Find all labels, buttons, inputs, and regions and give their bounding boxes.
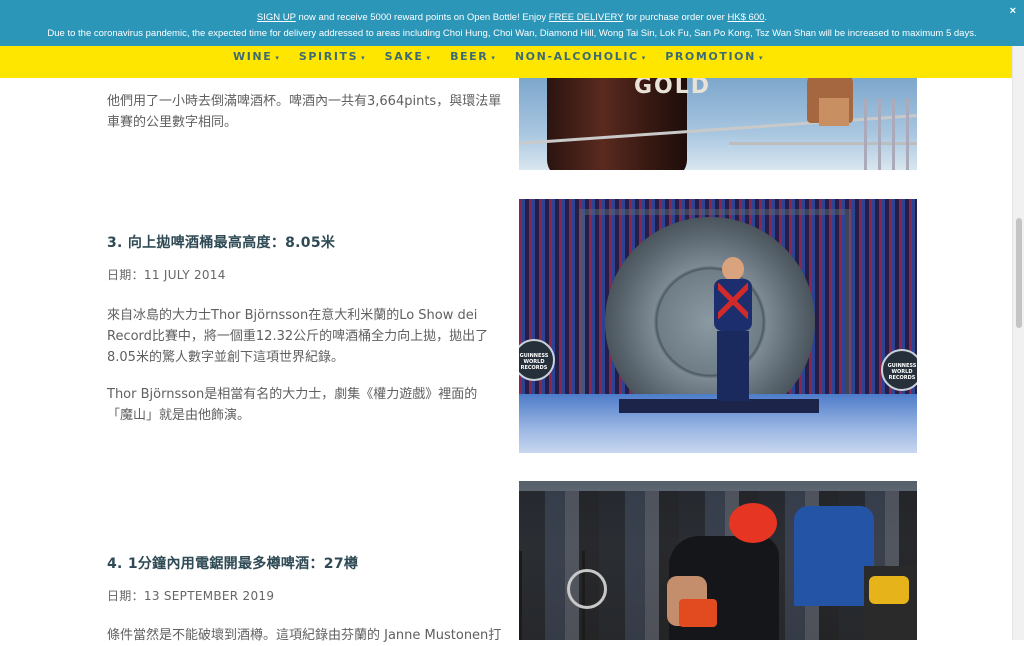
- chevron-down-icon: ▾: [758, 54, 763, 62]
- section-3-paragraph-1: 來自冰島的大力士Thor Björnsson在意大利米蘭的Lo Show dei…: [107, 308, 489, 365]
- nav-item-wine[interactable]: WINE ▾: [233, 50, 279, 63]
- chevron-down-icon: ▾: [361, 54, 365, 62]
- promo-text: for purchase order over: [623, 12, 728, 23]
- spectator-blue-jacket: [794, 506, 874, 606]
- main-nav: WINE ▾ SPIRITS ▾ SAKE ▾ BEER ▾ NON-ALCOHOLIC…: [0, 46, 1012, 78]
- chevron-down-icon: ▾: [641, 54, 646, 62]
- chevron-down-icon: ▾: [275, 54, 279, 62]
- promo-text: now and receive 5000 reward points on Op…: [295, 12, 549, 23]
- intro-paragraph: 他們用了一小時去倒滿啤酒杯。啤酒內一共有3,664pints，與環法單車賽的公里…: [107, 94, 502, 130]
- free-delivery-link[interactable]: FREE DELIVERY: [549, 12, 624, 23]
- nav-item-spirits[interactable]: SPIRITS ▾: [299, 50, 365, 63]
- nav-item-beer[interactable]: BEER ▾: [450, 50, 495, 63]
- section-4-heading: 4. 1分鐘內用電鋸開最多樽啤酒：27樽: [107, 556, 359, 572]
- nav-item-label: SAKE: [384, 50, 424, 63]
- promo-banner: SIGN UP now and receive 5000 reward poin…: [0, 0, 1024, 46]
- nav-item-label: NON-ALCOHOLIC: [514, 50, 639, 63]
- strongman-legs: [717, 331, 749, 401]
- stage-platform: [619, 399, 819, 413]
- signup-link[interactable]: SIGN UP: [257, 12, 296, 23]
- amount-link[interactable]: HK$ 600: [727, 12, 764, 23]
- nav-item-label: PROMOTION: [665, 50, 756, 63]
- page-scrollbar[interactable]: [1012, 46, 1024, 640]
- strongman-head: [722, 257, 744, 281]
- chainsaw: [679, 599, 717, 627]
- strongman-arena-image: GUINNESS WORLD RECORDS GUINNESS WORLD RE…: [519, 199, 917, 453]
- scrollbar-thumb[interactable]: [1016, 218, 1022, 328]
- bottle-label: GOLD: [634, 78, 712, 99]
- promo-line-1: SIGN UP now and receive 5000 reward poin…: [0, 12, 1024, 23]
- yellow-equipment: [869, 576, 909, 604]
- bicycle-wheel: [567, 569, 607, 609]
- nav-item-label: WINE: [233, 50, 273, 63]
- scaffold: [864, 98, 914, 170]
- chainsaw-bottles-image: [519, 481, 917, 640]
- red-helmet: [729, 503, 777, 543]
- nav-item-non-alcoholic[interactable]: NON-ALCOHOLIC ▾: [515, 50, 645, 63]
- section-3-paragraph-2: Thor Björnsson是相當有名的大力士，劇集《權力遊戲》裡面的「魔山」就…: [107, 387, 478, 423]
- section-4-paragraph-1: 條件當然是不能破壞到酒樽。這項紀錄由芬蘭的 Janne Mustonen打: [107, 628, 502, 643]
- section-3-date: 日期：11 JULY 2014: [107, 268, 226, 282]
- nav-item-label: SPIRITS: [298, 50, 359, 63]
- promo-line-2: Due to the coronavirus pandemic, the exp…: [47, 28, 977, 39]
- guinness-logo: GUINNESS WORLD RECORDS: [881, 349, 917, 391]
- person-legs: [819, 98, 849, 126]
- union-jack-shirt: [718, 283, 748, 319]
- nav-item-promotion[interactable]: PROMOTION ▾: [665, 50, 762, 63]
- section-3-heading: 3. 向上拋啤酒桶最高高度：8.05米: [107, 235, 336, 251]
- promo-text: .: [764, 12, 768, 23]
- chevron-down-icon: ▾: [491, 54, 495, 62]
- nav-item-label: BEER: [450, 50, 489, 63]
- close-icon[interactable]: ×: [1010, 5, 1016, 17]
- chevron-down-icon: ▾: [426, 54, 431, 62]
- beer-bottle-image: GOLD: [519, 78, 917, 170]
- nav-item-sake[interactable]: SAKE ▾: [385, 50, 430, 63]
- section-4-date: 日期：13 SEPTEMBER 2019: [107, 589, 275, 603]
